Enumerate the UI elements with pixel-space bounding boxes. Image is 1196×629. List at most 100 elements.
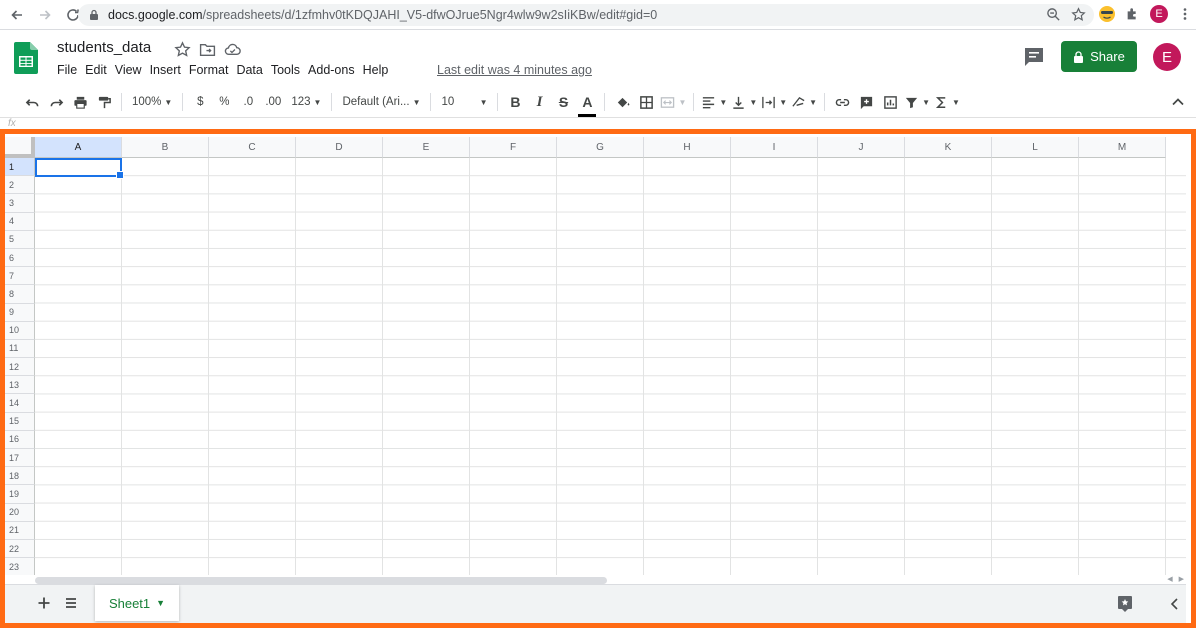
paint-bucket-icon <box>617 97 630 107</box>
share-button[interactable]: Share <box>1061 41 1137 72</box>
redo-icon <box>50 98 63 106</box>
last-edit-link[interactable]: Last edit was 4 minutes ago <box>437 63 592 77</box>
font-family-value: Default (Ari... <box>342 96 410 108</box>
bold-button[interactable]: B <box>505 90 525 114</box>
insert-link-button[interactable] <box>832 90 852 114</box>
chevron-down-icon: ▼ <box>164 97 173 107</box>
menu-add-ons[interactable]: Add-ons <box>304 63 359 77</box>
font-size-value: 10 <box>441 96 455 108</box>
align-left-icon <box>703 96 715 108</box>
print-button[interactable] <box>70 90 90 114</box>
text-color-button[interactable]: A <box>577 90 597 117</box>
text-rotation-icon <box>792 96 805 107</box>
merge-cells-icon <box>661 96 675 108</box>
functions-button[interactable]: ▼ <box>934 90 960 114</box>
font-family-select[interactable]: Default (Ari... ▼ <box>339 90 423 114</box>
toolbar-divider <box>824 93 826 111</box>
chevron-down-icon: ▼ <box>922 97 931 107</box>
forward-icon[interactable] <box>34 4 56 26</box>
chevron-down-icon: ▼ <box>952 97 960 107</box>
menu-format[interactable]: Format <box>185 63 233 77</box>
star-icon[interactable] <box>174 41 191 58</box>
extensions-puzzle-icon[interactable] <box>1124 5 1142 23</box>
menu-file[interactable]: File <box>53 63 81 77</box>
url-host: docs.google.com <box>108 8 203 22</box>
menu-tools[interactable]: Tools <box>267 63 304 77</box>
menu-edit[interactable]: Edit <box>81 63 111 77</box>
toolbar-divider <box>331 93 333 111</box>
browser-bar: docs.google.com/spreadsheets/d/1zfmhv0tK… <box>0 0 1196 30</box>
account-avatar[interactable]: E <box>1153 43 1181 71</box>
lock-icon <box>90 9 98 20</box>
chevron-down-icon: ▼ <box>749 97 758 107</box>
toolbar-divider <box>497 93 499 111</box>
borders-icon <box>640 95 653 109</box>
doc-title[interactable]: students_data <box>57 39 151 56</box>
sigma-icon <box>935 96 946 108</box>
url-path: /spreadsheets/d/1zfmhv0tKDQJAHI_V5-dfwOJ… <box>202 8 658 22</box>
chevron-down-icon: ▼ <box>809 97 818 107</box>
insert-chart-button[interactable] <box>880 90 900 114</box>
address-bar[interactable]: docs.google.com/spreadsheets/d/1zfmhv0tK… <box>78 4 1094 26</box>
chevron-up-icon[interactable] <box>1170 94 1186 110</box>
undo-icon <box>25 98 38 106</box>
horizontal-align-button[interactable]: ▼ <box>701 90 727 114</box>
menu-insert[interactable]: Insert <box>146 63 185 77</box>
filter-icon <box>905 97 918 108</box>
font-size-select[interactable]: 10 ▼ <box>438 90 490 114</box>
toolbar-divider <box>693 93 695 111</box>
menu-data[interactable]: Data <box>232 63 266 77</box>
strikethrough-button[interactable]: S <box>553 90 573 114</box>
decrease-decimal-button[interactable]: .0 <box>238 90 258 114</box>
paint-roller-icon <box>98 96 111 108</box>
add-comment-icon <box>860 96 872 109</box>
toolbar-divider <box>430 93 432 111</box>
text-wrap-icon <box>762 96 776 108</box>
menu-view[interactable]: View <box>111 63 146 77</box>
menu-help[interactable]: Help <box>359 63 393 77</box>
toolbar-divider <box>121 93 122 111</box>
lock-icon <box>1074 50 1084 63</box>
link-icon <box>835 98 849 106</box>
merge-cells-button[interactable]: ▼ <box>660 90 686 114</box>
extension-emoji-icon[interactable] <box>1098 5 1116 23</box>
redo-button[interactable] <box>46 90 66 114</box>
highlight-frame <box>0 129 1196 628</box>
chevron-down-icon: ▼ <box>479 97 488 107</box>
chevron-down-icon: ▼ <box>678 97 687 107</box>
back-icon[interactable] <box>6 4 28 26</box>
browser-menu-icon[interactable] <box>1176 5 1194 23</box>
doc-header: students_data File Edit View Insert Form… <box>0 30 1196 86</box>
borders-button[interactable] <box>636 90 656 114</box>
zoom-select[interactable]: 100% ▼ <box>129 90 175 114</box>
increase-decimal-button[interactable]: .00 <box>262 90 284 114</box>
more-formats-select[interactable]: 123 ▼ <box>288 90 324 114</box>
currency-format-button[interactable]: $ <box>190 90 210 114</box>
toolbar-divider <box>182 93 184 111</box>
menu-bar: File Edit View Insert Format Data Tools … <box>53 63 392 77</box>
toolbar: 100% ▼ $ % .0 .00 123 ▼ Default (Ari... ▼ 1… <box>0 88 1196 117</box>
chevron-down-icon: ▼ <box>412 97 421 107</box>
italic-button[interactable]: I <box>529 90 549 114</box>
chevron-down-icon: ▼ <box>313 97 322 107</box>
chart-icon <box>883 95 897 109</box>
profile-avatar[interactable]: E <box>1150 5 1168 23</box>
text-wrapping-button[interactable]: ▼ <box>761 90 787 114</box>
chevron-down-icon: ▼ <box>719 97 728 107</box>
undo-button[interactable] <box>22 90 42 114</box>
percent-format-button[interactable]: % <box>214 90 234 114</box>
vertical-align-button[interactable]: ▼ <box>731 90 757 114</box>
comment-history-icon[interactable] <box>1022 46 1046 68</box>
toolbar-divider <box>604 93 606 111</box>
paint-format-button[interactable] <box>94 90 114 114</box>
zoom-value: 100% <box>132 96 162 108</box>
zoom-icon[interactable] <box>1046 7 1061 22</box>
cloud-saved-icon[interactable] <box>224 41 241 58</box>
bookmark-star-icon[interactable] <box>1071 7 1086 22</box>
sheets-logo-icon[interactable] <box>14 42 38 74</box>
filter-button[interactable]: ▼ <box>904 90 930 114</box>
move-folder-icon[interactable] <box>199 41 216 58</box>
fill-color-button[interactable] <box>612 90 632 114</box>
text-rotation-button[interactable]: ▼ <box>791 90 817 114</box>
insert-comment-button[interactable] <box>856 90 876 114</box>
